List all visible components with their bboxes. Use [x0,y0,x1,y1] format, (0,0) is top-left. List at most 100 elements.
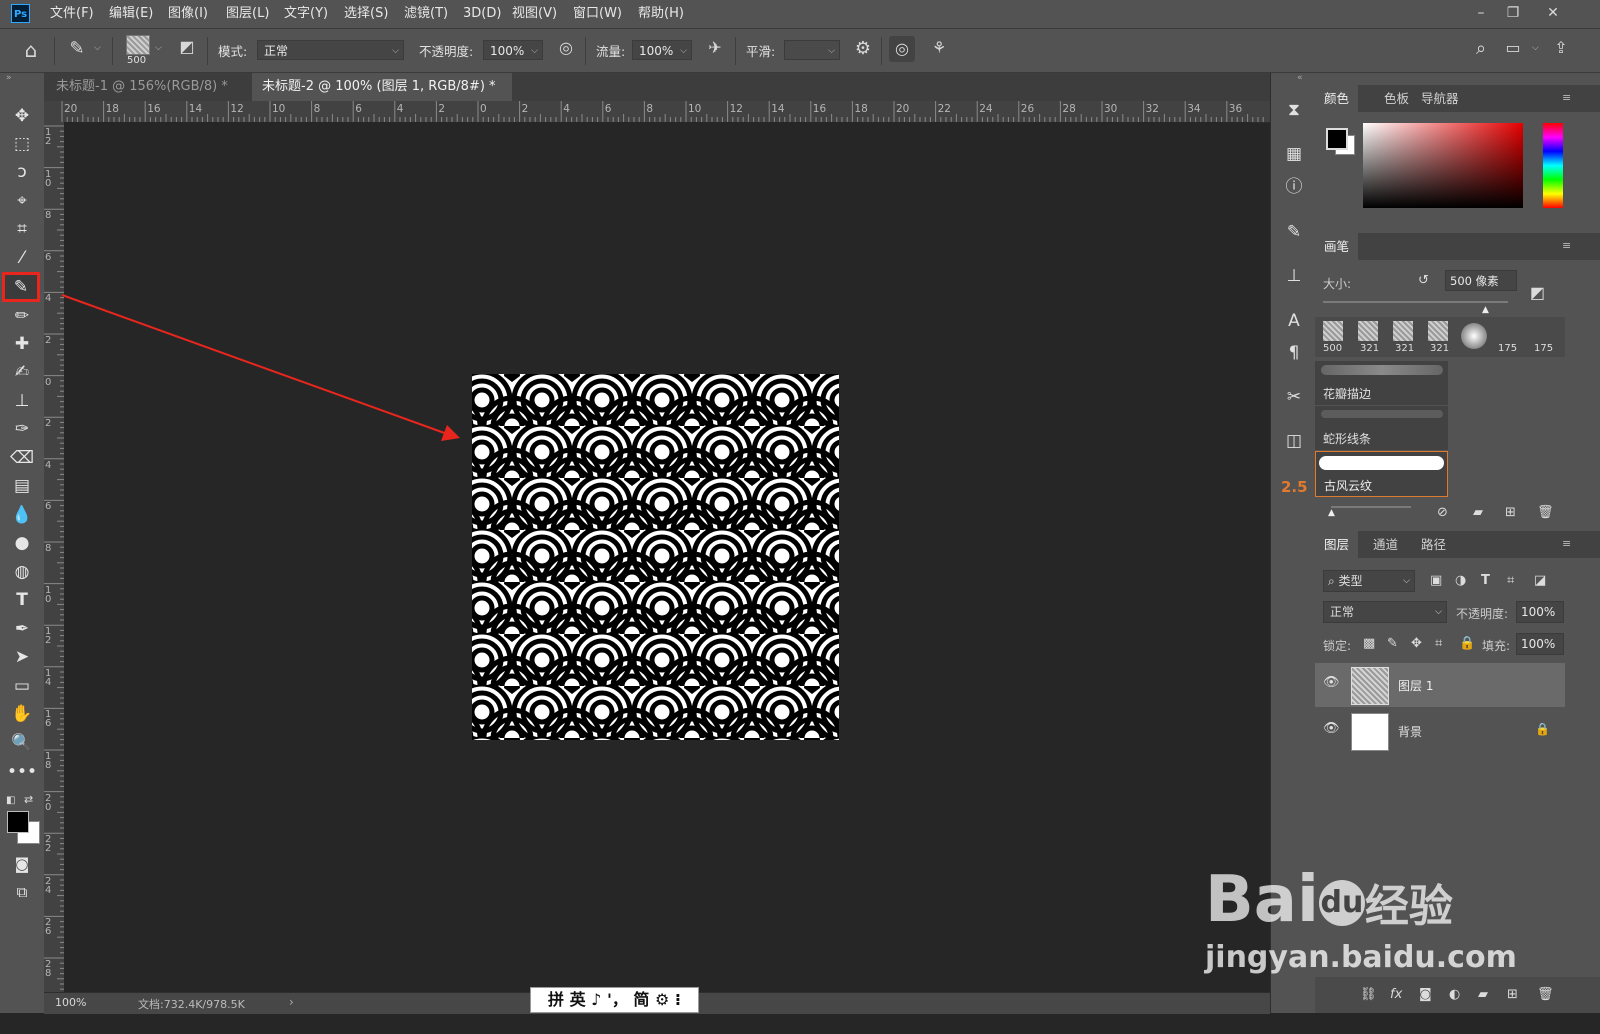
brush-item-2[interactable]: 蛇形线条 [1315,406,1448,450]
delete-layer-icon[interactable]: 🗑 [1537,987,1554,1002]
version-badge[interactable]: 2.5 [1281,474,1308,500]
minimize-icon[interactable]: – [1466,2,1496,24]
fx-icon[interactable]: fx [1390,987,1402,1002]
dodge-tool-icon[interactable]: ● [6,530,38,556]
brush-size-preview[interactable] [126,35,150,55]
folder-icon[interactable]: ▰ [1473,505,1483,520]
zoom-tool-icon[interactable]: 🔍 [6,730,38,756]
airbrush-icon[interactable]: ✈ [703,38,727,57]
slider-handle-icon[interactable]: ▲ [1482,305,1489,315]
new-item-icon[interactable]: ⊞ [1505,505,1516,520]
lock-artboard-icon[interactable]: ⌗ [1435,636,1442,651]
brush-item-1[interactable]: 花瓣描边 [1315,361,1448,405]
canvas-area[interactable] [64,122,1249,992]
art-history-brush-icon[interactable]: ✑ [6,416,38,442]
menu-filter[interactable]: 滤镜(T) [404,0,448,28]
tab-color[interactable]: 颜色 [1315,85,1359,112]
eyedropper-tool-icon[interactable]: ⁄ [6,245,38,271]
lock-position-icon[interactable]: ✥ [1411,636,1422,651]
blur-tool-icon[interactable]: 💧 [6,502,38,528]
adjustment-layer-icon[interactable]: ◐ [1449,987,1460,1002]
chevron-down-icon[interactable]: ⌵ [94,43,101,53]
brush-size-input[interactable]: 500 像素 [1445,270,1517,291]
default-colors-icon[interactable]: ◧ [6,795,15,806]
tab-layers[interactable]: 图层 [1315,531,1359,558]
group-folder-icon[interactable]: ▰ [1478,987,1488,1002]
gear-icon[interactable]: ⚙ [850,38,876,59]
home-icon[interactable]: ⌂ [18,38,44,62]
restore-icon[interactable]: ❐ [1498,2,1528,24]
mode-select[interactable]: 正常 ⌵ [257,40,404,60]
opacity-input[interactable]: 100% ⌵ [483,40,543,60]
pressure-size-icon[interactable]: ◎ [889,36,915,62]
paragraph-panel-icon[interactable]: ¶ [1281,340,1307,366]
path-select-tool-icon[interactable]: ➤ [6,644,38,670]
screen-mode-icon[interactable]: ⧉ [6,879,38,905]
link-layers-icon[interactable]: ⛓ [1360,987,1377,1002]
filter-image-icon[interactable]: ▣ [1430,573,1442,588]
brush-preset-thumb[interactable] [1428,321,1448,341]
pen-tool-icon[interactable]: ✒ [6,616,38,642]
chevron-right-icon[interactable]: › [289,995,294,1009]
tab-document-1[interactable]: 未标题-1 @ 156%(RGB/8) * × [46,73,251,122]
pressure-opacity-icon[interactable]: ◎ [554,38,578,57]
hand-tool-icon[interactable]: ✋ [6,701,38,727]
lock-all-icon[interactable]: 🔒 [1459,636,1475,651]
info-icon[interactable]: ⓘ [1281,174,1307,200]
eraser-tool-icon[interactable]: ⌫ [6,445,38,471]
brush-preset-thumb[interactable] [1393,321,1413,341]
swap-colors-icon[interactable]: ⇄ [24,793,33,806]
toggle-preview-icon[interactable]: ⊘ [1437,505,1448,520]
properties-panel-icon[interactable]: ◫ [1281,428,1307,454]
lock-paint-icon[interactable]: ✎ [1387,636,1398,651]
pencil-tool-icon[interactable]: ✏ [6,303,38,329]
layer-opacity-input[interactable]: 100% [1516,601,1564,623]
lasso-tool-icon[interactable]: ↄ [6,159,38,185]
search-icon[interactable]: ⌕ [1468,38,1494,59]
mask-icon[interactable]: ◙ [1419,987,1432,1002]
visibility-eye-icon[interactable]: 👁 [1323,675,1343,695]
collapse-icon[interactable]: » [6,73,12,83]
lock-icon[interactable]: 🔒 [1535,722,1550,736]
libraries-panel-icon[interactable]: ▦ [1281,141,1307,167]
tab-navigator[interactable]: 导航器 [1412,85,1468,112]
filter-smart-object-icon[interactable]: ◪ [1534,573,1546,588]
layer-name[interactable]: 图层 1 [1398,677,1433,694]
trash-icon[interactable]: 🗑 [1537,505,1554,520]
panel-menu-icon[interactable]: ≡ [1562,537,1571,550]
chevron-down-icon[interactable]: ⌵ [155,43,162,53]
close-window-icon[interactable]: ✕ [1538,2,1568,24]
panel-menu-icon[interactable]: ≡ [1562,91,1571,104]
preview-size-slider[interactable] [1331,506,1411,508]
panel-menu-icon[interactable]: ≡ [1562,239,1571,252]
flow-input[interactable]: 100% ⌵ [632,40,692,60]
menu-window[interactable]: 窗口(W) [573,0,622,28]
lock-transparent-icon[interactable]: ▩ [1363,636,1375,651]
marquee-tool-icon[interactable]: ⬚ [6,131,38,157]
clone-source-icon[interactable]: ⊥ [1281,263,1307,289]
new-layer-icon[interactable]: ⊞ [1507,987,1518,1002]
layer-row-selected[interactable]: 👁 图层 1 [1315,663,1565,707]
history-brush-icon[interactable]: ✍ [6,359,38,385]
menu-select[interactable]: 选择(S) [344,0,388,28]
stamp-tool-icon[interactable]: ⊥ [6,388,38,414]
layer-name[interactable]: 背景 [1398,723,1422,740]
brush-preset-thumb[interactable] [1323,321,1343,341]
history-panel-icon[interactable]: ⧗ [1281,97,1307,123]
crop-tool-icon[interactable]: ⌗ [6,216,38,242]
symmetry-icon[interactable]: ⚘ [926,38,952,57]
menu-help[interactable]: 帮助(H) [638,0,684,28]
gradient-tool-icon[interactable]: ▤ [6,473,38,499]
filter-type-icon[interactable]: T [1481,573,1490,588]
tab-channels[interactable]: 通道 [1364,531,1407,558]
foreground-swatch[interactable] [1326,128,1348,150]
smoothing-input[interactable]: ⌵ [784,40,840,60]
tool-presets-icon[interactable]: ✂ [1281,384,1307,410]
slider-handle-icon[interactable]: ▲ [1328,508,1335,518]
menu-layer[interactable]: 图层(L) [226,0,269,28]
blend-mode-select[interactable]: 正常 ⌵ [1323,601,1447,623]
brush-size-slider[interactable] [1323,301,1508,303]
brush-tool-icon[interactable]: ✎ [2,272,40,302]
menu-file[interactable]: 文件(F) [50,0,94,28]
menu-image[interactable]: 图像(I) [168,0,208,28]
